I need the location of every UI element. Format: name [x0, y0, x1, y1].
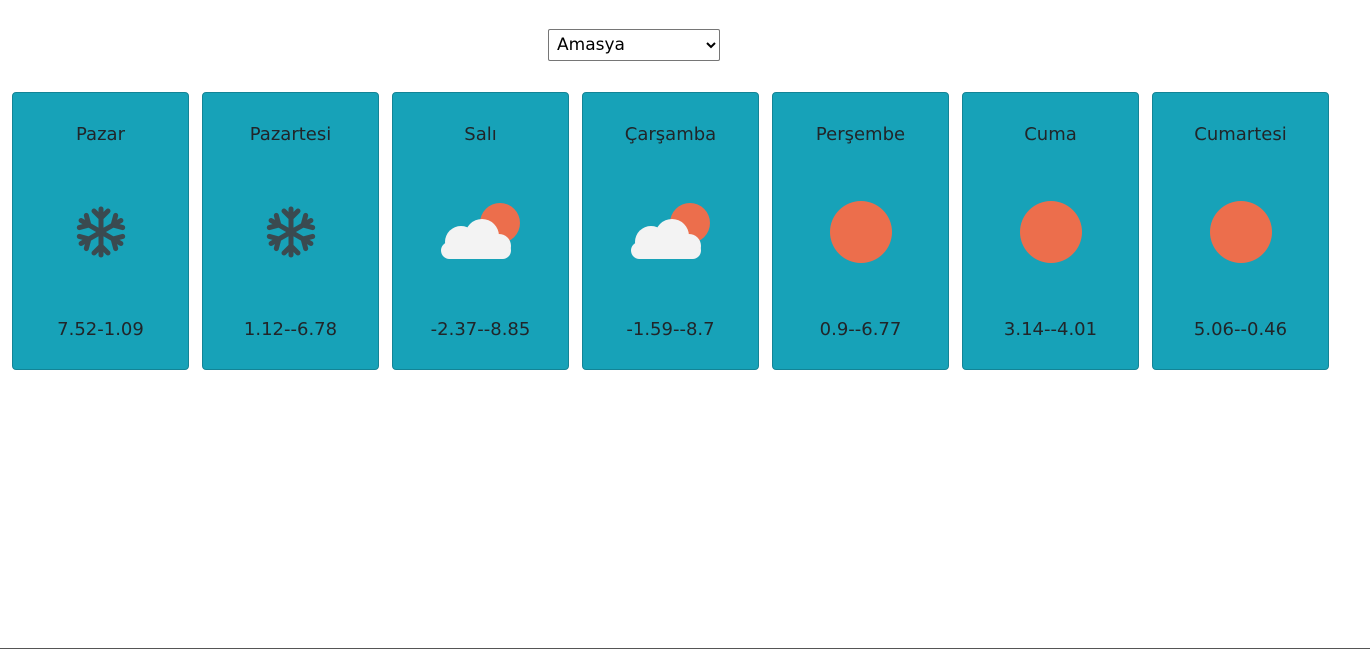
partly-cloudy-svg: [440, 203, 520, 259]
temperature-range: -1.59--8.7: [626, 319, 715, 340]
temperature-range: -2.37--8.85: [430, 319, 531, 340]
snowflake-svg: [76, 206, 125, 258]
day-card-5: Cuma 3.14--4.01: [962, 92, 1139, 370]
day-name: Pazar: [76, 124, 125, 145]
day-card-3: Çarşamba -1.59--8.7: [582, 92, 759, 370]
day-card-0: Pazar 7.52-1.09: [12, 92, 189, 370]
sun-svg: [1209, 201, 1272, 263]
sun-icon: [1153, 199, 1328, 265]
sun-icon: [773, 199, 948, 265]
partly-cloudy-icon: [583, 199, 758, 265]
day-name: Salı: [464, 124, 497, 145]
partly-cloudy-svg: [630, 203, 710, 259]
forecast-cards: Pazar 7.52-1.09 Pazartesi 1.12--6.78 Sal…: [12, 92, 1329, 370]
day-card-6: Cumartesi 5.06--0.46: [1152, 92, 1329, 370]
temperature-range: 3.14--4.01: [1003, 319, 1098, 340]
sun-svg: [829, 201, 892, 263]
snowflake-svg: [266, 206, 315, 258]
temperature-range: 7.52-1.09: [57, 319, 144, 340]
day-card-4: Perşembe 0.9--6.77: [772, 92, 949, 370]
day-card-2: Salı -2.37--8.85: [392, 92, 569, 370]
snowflake-icon: [203, 199, 378, 265]
sun-icon: [963, 199, 1138, 265]
city-select[interactable]: Amasya: [548, 29, 720, 61]
day-name: Cumartesi: [1194, 124, 1287, 145]
sun-svg: [1019, 201, 1082, 263]
temperature-range: 5.06--0.46: [1193, 319, 1288, 340]
weather-page: Amasya Pazar 7.52-1.09 Pazartesi 1.12--6…: [0, 0, 1370, 649]
day-name: Perşembe: [815, 124, 906, 145]
partly-cloudy-icon: [393, 199, 568, 265]
day-name: Pazartesi: [249, 124, 332, 145]
day-card-1: Pazartesi 1.12--6.78: [202, 92, 379, 370]
day-name: Çarşamba: [624, 124, 717, 145]
day-name: Cuma: [1024, 124, 1077, 145]
temperature-range: 0.9--6.77: [819, 319, 902, 340]
temperature-range: 1.12--6.78: [243, 319, 338, 340]
snowflake-icon: [13, 199, 188, 265]
